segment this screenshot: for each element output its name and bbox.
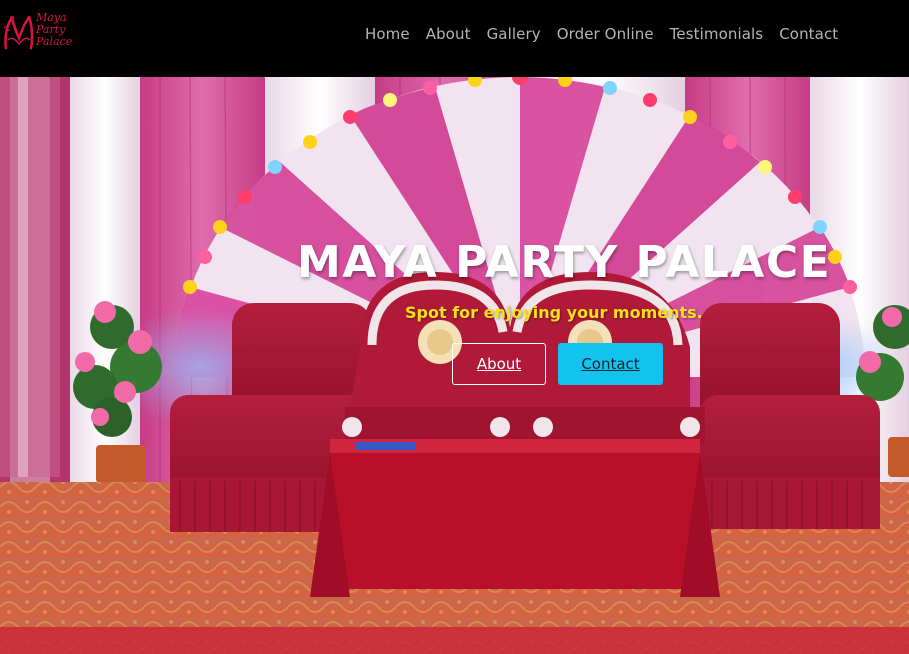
logo-wordmark: Maya Party Palace bbox=[36, 12, 72, 48]
front-table bbox=[310, 439, 720, 597]
logo-monogram-icon bbox=[3, 15, 34, 50]
nav-link-contact[interactable]: Contact bbox=[779, 25, 838, 43]
nav-link-home[interactable]: Home bbox=[365, 25, 410, 43]
hero-contact-button[interactable]: Contact bbox=[558, 343, 663, 385]
site-header: Maya Party Palace Home About Gallery Ord… bbox=[0, 0, 909, 77]
nav-link-gallery[interactable]: Gallery bbox=[487, 25, 541, 43]
hero-title: MAYA PARTY PALACE bbox=[297, 237, 832, 288]
logo-line: Palace bbox=[36, 35, 73, 48]
main-nav: Home About Gallery Order Online Testimon… bbox=[365, 23, 838, 45]
brand-logo[interactable]: Maya Party Palace bbox=[2, 10, 72, 56]
nav-link-testimonials[interactable]: Testimonials bbox=[670, 25, 764, 43]
hero-section: MAYA PARTY PALACE Spot for enjoying your… bbox=[0, 77, 909, 654]
hero-subtitle: Spot for enjoying your moments. bbox=[405, 303, 703, 322]
nav-link-order-online[interactable]: Order Online bbox=[557, 25, 654, 43]
hero-about-button[interactable]: About bbox=[452, 343, 546, 385]
nav-link-about[interactable]: About bbox=[426, 25, 471, 43]
